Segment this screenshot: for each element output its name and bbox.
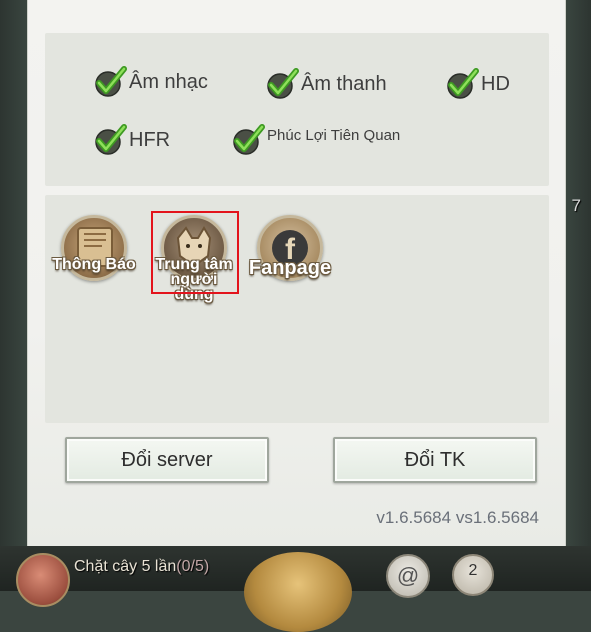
checkmark-icon [93,124,127,156]
change-account-button[interactable]: Đổi TK [333,437,537,483]
checkmark-icon [93,66,127,98]
music-toggle[interactable]: Âm nhạc [93,66,208,98]
settings-panel: Âm nhạc Âm thanh HD HFR Phúc Lợi Tiên Qu… [28,0,565,546]
selection-highlight [151,211,239,294]
quest-text[interactable]: Chặt cây 5 lần(0/5) [74,558,209,576]
hd-toggle[interactable]: HD [445,68,510,100]
sound-toggle[interactable]: Âm thanh [265,68,387,100]
quest-progress: (0/5) [176,558,210,575]
music-label: Âm nhạc [129,70,208,93]
game-world-right [565,0,591,591]
swirl-icon: @ [396,563,420,588]
notice-label: Thông Báo [52,256,136,273]
checkmark-icon [445,68,479,100]
quest-label: Chặt cây 5 lần [74,558,177,575]
checkmark-icon [231,124,265,156]
quest-icon[interactable] [16,553,70,607]
hd-label: HD [481,72,510,95]
welfare-label: Phúc Lợi Tiên Quan [267,126,401,144]
change-server-button[interactable]: Đổi server [65,437,269,483]
links-section: Thông Báo Trung tâm người dùng f Fanpage [45,195,549,423]
checkmark-icon [265,68,299,100]
fanpage-button[interactable]: f Fanpage [245,215,335,281]
notice-button[interactable]: Thông Báo [49,215,139,281]
sound-label: Âm thanh [301,72,387,95]
hfr-label: HFR [129,128,171,151]
side-counter: 7 [571,196,581,215]
version-text: v1.6.5684 vs1.6.5684 [376,508,539,527]
center-action-button[interactable] [244,552,352,632]
fanpage-label: Fanpage [248,257,332,279]
skill-button[interactable]: @ [386,554,430,598]
welfare-toggle[interactable]: Phúc Lợi Tiên Quan [231,124,400,156]
count-button[interactable]: 2 [452,554,494,596]
options-section: Âm nhạc Âm thanh HD HFR Phúc Lợi Tiên Qu… [45,33,549,186]
game-world-left [0,0,28,591]
hfr-toggle[interactable]: HFR [93,124,170,156]
